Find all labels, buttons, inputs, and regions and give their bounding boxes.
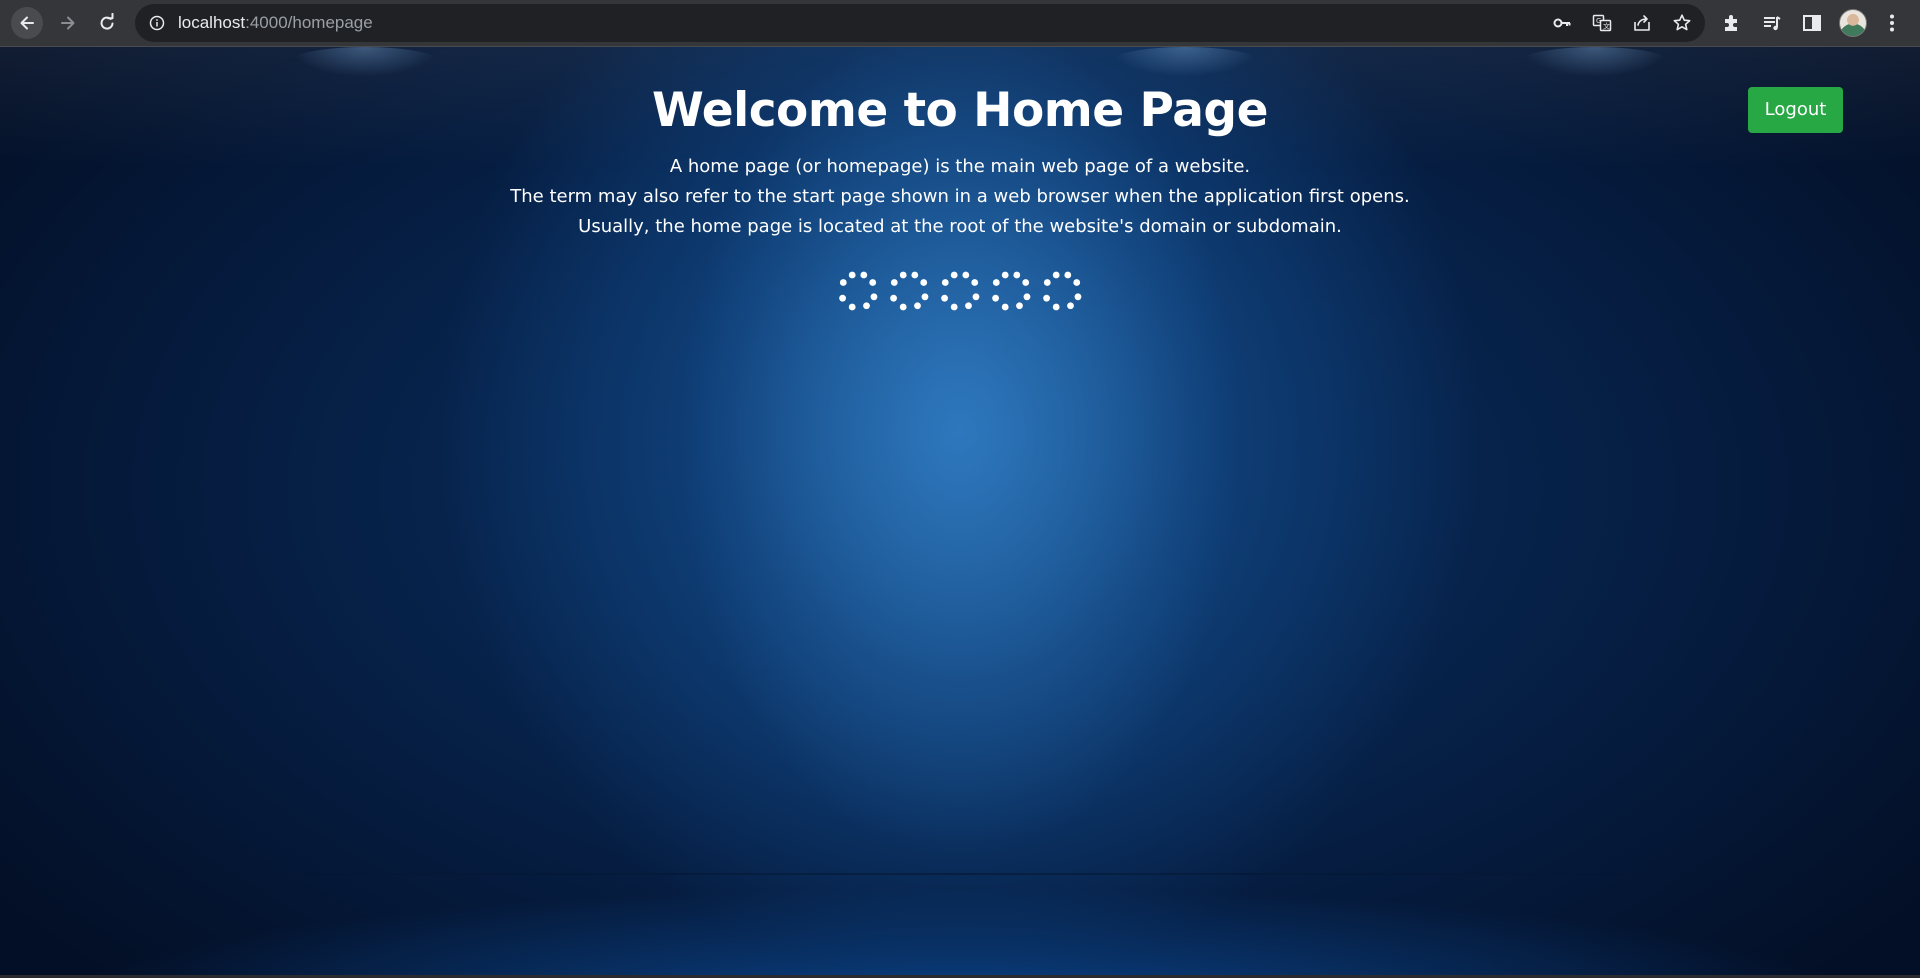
spinner-dot: [972, 293, 980, 301]
spinner-dot: [839, 279, 847, 286]
spinner-dot: [941, 294, 948, 302]
spinner-dot: [1052, 271, 1060, 279]
back-button[interactable]: [11, 7, 43, 39]
spinner-dot: [1074, 293, 1082, 301]
spinner-icon: [941, 271, 980, 311]
spinner-dot: [1016, 302, 1023, 310]
extensions-icon[interactable]: [1721, 12, 1743, 34]
stage-spotlight: [1520, 47, 1670, 77]
spinner-dot: [992, 294, 999, 302]
share-icon[interactable]: [1632, 13, 1652, 33]
arrow-left-icon: [20, 16, 34, 30]
spinner-dot: [869, 279, 877, 286]
spinner-dot: [848, 303, 856, 311]
page-title: Welcome to Home Page: [652, 83, 1268, 138]
spinner-icon: [839, 271, 878, 311]
page-description: A home page (or homepage) is the main we…: [0, 152, 1920, 242]
spinner-dot: [1067, 302, 1074, 310]
info-icon[interactable]: [149, 15, 165, 31]
spinner-dot: [1052, 303, 1060, 311]
page-viewport: Welcome to Home Page A home page (or hom…: [0, 47, 1920, 975]
address-bar[interactable]: localhost:4000/homepage G 文: [135, 4, 1705, 42]
spinner-dot: [1073, 279, 1081, 286]
spinner-dot: [920, 279, 928, 286]
spinner-dot: [863, 302, 870, 310]
spinner-dot: [965, 302, 972, 310]
key-icon[interactable]: [1552, 13, 1572, 33]
stage-spotlight: [1110, 47, 1260, 77]
spinner-dot: [950, 303, 958, 311]
spinner-dot: [860, 271, 868, 279]
profile-avatar[interactable]: [1839, 9, 1867, 37]
spinner-dot: [941, 279, 949, 286]
translate-icon[interactable]: G 文: [1592, 13, 1612, 33]
spinner-dot: [1001, 271, 1009, 279]
menu-icon[interactable]: [1881, 12, 1903, 34]
url-host: localhost: [178, 13, 246, 32]
spinner-dot: [971, 279, 979, 286]
spinner-dot: [1013, 271, 1021, 279]
spinner-dot: [1023, 293, 1031, 301]
spinner-dot: [921, 293, 929, 301]
reload-icon: [100, 13, 114, 30]
spinner-dot: [1043, 279, 1051, 286]
loading-spinners: [836, 269, 1086, 313]
spinner-dot: [899, 271, 907, 279]
description-line: A home page (or homepage) is the main we…: [669, 156, 1251, 177]
svg-text:文: 文: [1603, 22, 1610, 31]
spinner-icon: [992, 271, 1031, 311]
spinner-dot: [914, 302, 921, 310]
spinner-dot: [1022, 279, 1030, 286]
spinner-dot: [890, 294, 897, 302]
stage-spotlight: [290, 47, 440, 77]
logout-button[interactable]: Logout: [1748, 87, 1843, 133]
side-panel-icon[interactable]: [1801, 12, 1823, 34]
description-line: The term may also refer to the start pag…: [510, 186, 1410, 207]
reload-button[interactable]: [91, 7, 123, 39]
reading-list-icon[interactable]: [1761, 12, 1783, 34]
spinner-dot: [1064, 271, 1072, 279]
spinner-dot: [870, 293, 878, 301]
url-text[interactable]: localhost:4000/homepage: [178, 12, 373, 34]
url-path: :4000/homepage: [245, 13, 373, 32]
svg-text:G: G: [1596, 17, 1601, 25]
arrow-right-icon: [61, 16, 75, 30]
spinner-dot: [1043, 294, 1050, 302]
browser-toolbar: localhost:4000/homepage G 文: [0, 0, 1920, 47]
spinner-dot: [950, 271, 958, 279]
spinner-dot: [839, 294, 846, 302]
spinner-dot: [1001, 303, 1009, 311]
stage-floor-edge: [0, 873, 1920, 875]
spinner-dot: [848, 271, 856, 279]
star-icon[interactable]: [1672, 13, 1692, 33]
spinner-dot: [890, 279, 898, 286]
description-line: Usually, the home page is located at the…: [578, 216, 1342, 237]
forward-button[interactable]: [52, 7, 84, 39]
spinner-icon: [890, 271, 929, 311]
spinner-dot: [992, 279, 1000, 286]
spinner-icon: [1043, 271, 1082, 311]
spinner-dot: [962, 271, 970, 279]
spinner-dot: [899, 303, 907, 311]
spinner-dot: [911, 271, 919, 279]
